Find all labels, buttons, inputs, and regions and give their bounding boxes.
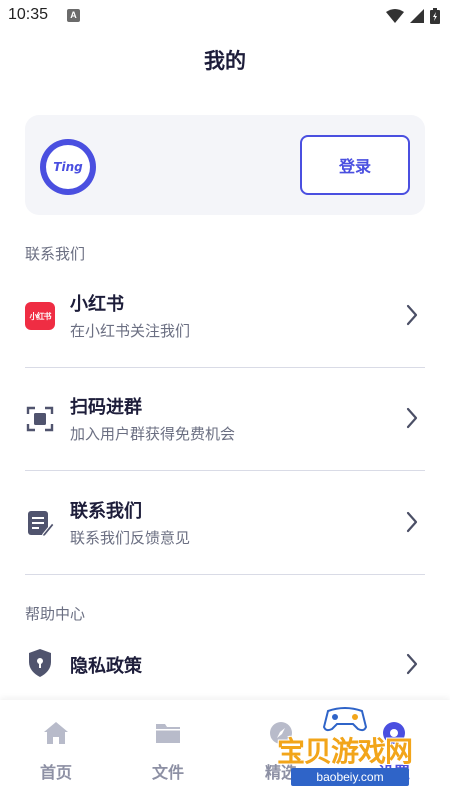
item-title: 小红书 — [70, 294, 124, 315]
tab-featured[interactable]: 精选 — [225, 700, 337, 800]
folder-icon — [156, 724, 180, 743]
avatar[interactable]: Ting — [40, 139, 96, 195]
explore-icon — [270, 722, 292, 744]
scan-icon-svg — [26, 406, 54, 432]
divider — [25, 574, 425, 575]
login-button[interactable]: 登录 — [300, 135, 410, 195]
item-subtitle: 联系我们反馈意见 — [70, 529, 191, 547]
page-title: 我的 — [204, 49, 246, 73]
divider — [25, 470, 425, 471]
tab-label: 精选 — [264, 763, 297, 782]
edit-note-icon-svg — [28, 511, 54, 537]
tab-label: 首页 — [39, 763, 72, 782]
tab-label: 设置 — [377, 763, 410, 782]
status-bar: 10:35 A — [0, 0, 450, 32]
edit-note-icon — [25, 508, 55, 538]
settings-icon — [383, 722, 405, 744]
tab-settings[interactable]: 设置 — [338, 700, 450, 800]
list-item-contact-us[interactable]: 联系我们 联系我们反馈意见 — [25, 472, 425, 574]
xiaohongshu-icon-text: 小红书 — [25, 302, 55, 330]
section-title-contact: 联系我们 — [25, 245, 86, 263]
profile-card: Ting 登录 — [25, 115, 425, 215]
tab-label: 文件 — [151, 763, 184, 782]
chevron-right-icon — [406, 653, 418, 675]
wifi-icon — [386, 9, 404, 23]
chevron-right-icon — [406, 407, 418, 429]
item-subtitle: 在小红书关注我们 — [70, 322, 191, 340]
item-title: 联系我们 — [70, 501, 142, 522]
avatar-inner: Ting — [46, 145, 90, 189]
notification-a-icon: A — [67, 9, 80, 22]
section-title-help: 帮助中心 — [25, 605, 86, 623]
avatar-logo-text: Ting — [53, 160, 83, 174]
tab-home[interactable]: 首页 — [0, 700, 112, 800]
item-title: 扫码进群 — [70, 397, 142, 418]
battery-icon — [430, 8, 440, 24]
list-item-xiaohongshu[interactable]: 小红书 小红书 在小红书关注我们 — [25, 265, 425, 367]
status-indicators — [386, 6, 440, 26]
item-subtitle: 加入用户群获得免费机会 — [70, 425, 236, 443]
item-title: 隐私政策 — [70, 656, 142, 677]
chevron-right-icon — [406, 304, 418, 326]
status-time: 10:35 — [8, 6, 49, 23]
signal-icon — [410, 9, 424, 23]
xiaohongshu-icon: 小红书 — [25, 301, 55, 331]
list-item-privacy-policy[interactable]: 隐私政策 — [25, 640, 425, 690]
scan-icon — [25, 404, 55, 434]
tab-files[interactable]: 文件 — [112, 700, 224, 800]
home-icon — [44, 722, 68, 744]
chevron-right-icon — [406, 511, 418, 533]
lock-shield-icon-svg — [29, 649, 51, 677]
list-item-scan-group[interactable]: 扫码进群 加入用户群获得免费机会 — [25, 368, 425, 470]
lock-shield-icon — [25, 648, 55, 678]
bottom-tab-bar: 首页 文件 精选 设置 — [0, 700, 450, 800]
